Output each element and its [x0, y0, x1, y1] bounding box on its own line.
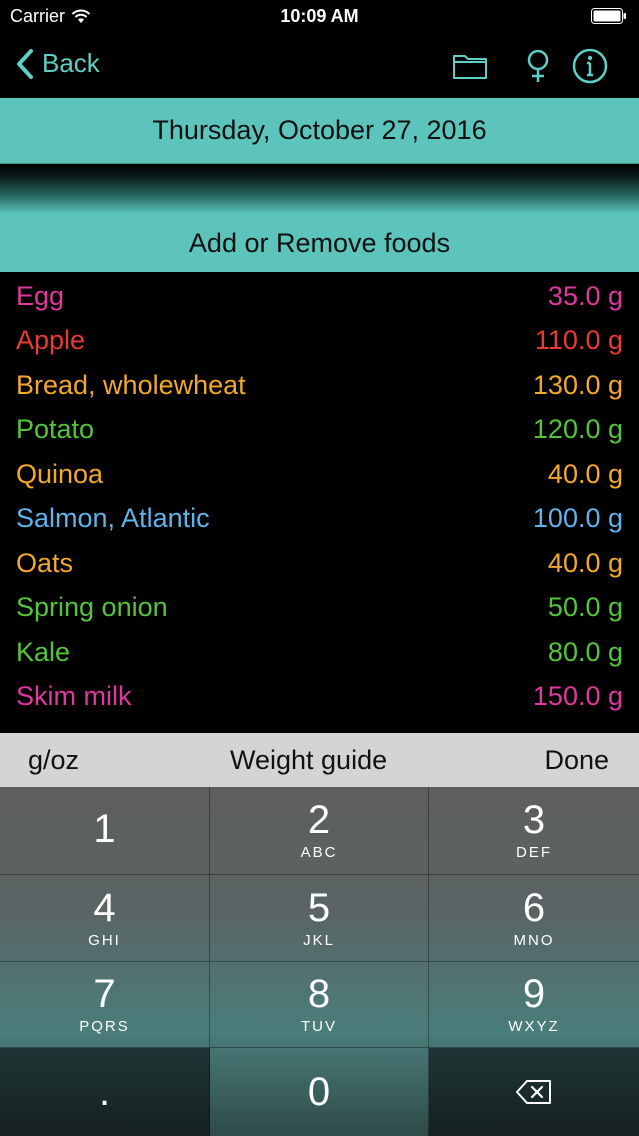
key-4[interactable]: 4 GHI — [0, 875, 210, 962]
status-time: 10:09 AM — [280, 6, 359, 26]
food-name: Salmon, Atlantic — [16, 503, 210, 534]
key-letters: GHI — [88, 931, 121, 949]
key-8[interactable]: 8 TUV — [210, 962, 429, 1048]
numeric-keypad: 1 2 ABC 3 DEF 4 GHI 5 JKL 6 MNO 7 PQRS 8… — [0, 787, 639, 1136]
food-row[interactable]: Potato 120.0 g — [0, 408, 639, 453]
key-digit: 4 — [93, 885, 116, 930]
key-digit: 6 — [522, 885, 546, 930]
key-6[interactable]: 6 MNO — [429, 875, 639, 962]
back-button[interactable]: Back — [16, 48, 100, 79]
done-button[interactable]: Done — [544, 733, 609, 787]
food-name: Egg — [16, 280, 65, 311]
food-weight: 150.0 g — [532, 681, 623, 712]
food-name: Quinoa — [16, 458, 104, 489]
food-weight: 120.0 g — [532, 414, 623, 445]
key-5[interactable]: 5 JKL — [210, 875, 429, 962]
key-digit: 8 — [307, 972, 331, 1016]
backspace-icon — [516, 1080, 551, 1104]
food-weight: 40.0 g — [547, 458, 623, 489]
date-header: Thursday, October 27, 2016 — [0, 98, 639, 164]
add-remove-foods-button[interactable]: Add or Remove foods — [0, 214, 639, 272]
add-remove-foods-label: Add or Remove foods — [188, 227, 451, 258]
food-row[interactable]: Salmon, Atlantic 100.0 g — [0, 497, 639, 542]
female-symbol-icon[interactable] — [520, 48, 556, 84]
decimal-key[interactable]: . — [0, 1048, 210, 1136]
food-row[interactable]: Skim milk 150.0 g — [0, 675, 639, 720]
food-weight: 80.0 g — [547, 636, 623, 667]
food-row[interactable]: Kale 80.0 g — [0, 630, 639, 675]
food-weight: 100.0 g — [532, 503, 623, 534]
key-digit: 9 — [522, 972, 546, 1016]
status-bar: Carrier 10:09 AM — [0, 0, 639, 34]
key-letters: PQRS — [79, 1018, 130, 1035]
battery-icon — [591, 8, 626, 24]
food-name: Oats — [16, 547, 74, 578]
food-weight: 50.0 g — [547, 592, 623, 623]
food-name: Apple — [16, 325, 86, 356]
key-digit: 0 — [307, 1070, 331, 1114]
food-row[interactable]: Egg 35.0 g — [0, 274, 639, 319]
key-0[interactable]: 0 — [210, 1048, 429, 1136]
food-weight: 130.0 g — [532, 369, 623, 400]
navigation-bar: Back — [0, 34, 639, 98]
key-letters: DEF — [516, 844, 552, 861]
food-row[interactable]: Spring onion 50.0 g — [0, 586, 639, 631]
keyboard-accessory-bar: g/oz Weight guide Done — [0, 733, 639, 787]
backspace-key[interactable] — [429, 1048, 639, 1136]
weight-guide-button[interactable]: Weight guide — [230, 733, 387, 787]
food-row[interactable]: Quinoa 40.0 g — [0, 452, 639, 497]
chevron-left-icon — [17, 48, 33, 79]
key-3[interactable]: 3 DEF — [429, 787, 639, 875]
food-name: Potato — [16, 414, 95, 445]
key-7[interactable]: 7 PQRS — [0, 962, 210, 1048]
key-1[interactable]: 1 — [0, 787, 210, 875]
key-2[interactable]: 2 ABC — [210, 787, 429, 875]
food-list: Egg 35.0 g Apple 110.0 g Bread, wholewhe… — [0, 274, 639, 733]
food-name: Skim milk — [16, 681, 132, 712]
food-weight: 35.0 g — [547, 280, 623, 311]
food-weight: 40.0 g — [547, 547, 623, 578]
key-letters: ABC — [300, 844, 338, 861]
key-letters: JKL — [303, 931, 335, 949]
key-digit: 2 — [307, 798, 331, 842]
food-weight: 110.0 g — [534, 325, 623, 356]
folder-icon[interactable] — [452, 48, 488, 84]
food-name: Bread, wholewheat — [16, 369, 246, 400]
info-icon[interactable] — [572, 48, 608, 84]
key-9[interactable]: 9 WXYZ — [429, 962, 639, 1048]
date-label: Thursday, October 27, 2016 — [152, 115, 487, 145]
units-toggle-button[interactable]: g/oz — [28, 733, 79, 787]
food-name: Kale — [16, 636, 71, 667]
key-digit: . — [98, 1070, 111, 1114]
gradient-divider — [0, 164, 639, 214]
key-digit: 7 — [93, 972, 116, 1016]
back-label: Back — [42, 48, 100, 78]
food-row[interactable]: Apple 110.0 g — [0, 319, 639, 364]
key-letters: MNO — [513, 931, 555, 949]
food-name: Spring onion — [16, 592, 168, 623]
key-digit: 5 — [307, 885, 331, 930]
key-digit: 3 — [522, 798, 546, 842]
food-row[interactable]: Oats 40.0 g — [0, 541, 639, 586]
food-row[interactable]: Bread, wholewheat 130.0 g — [0, 363, 639, 408]
key-digit: 1 — [93, 806, 116, 851]
key-letters: TUV — [301, 1018, 337, 1035]
key-letters: WXYZ — [508, 1018, 560, 1035]
